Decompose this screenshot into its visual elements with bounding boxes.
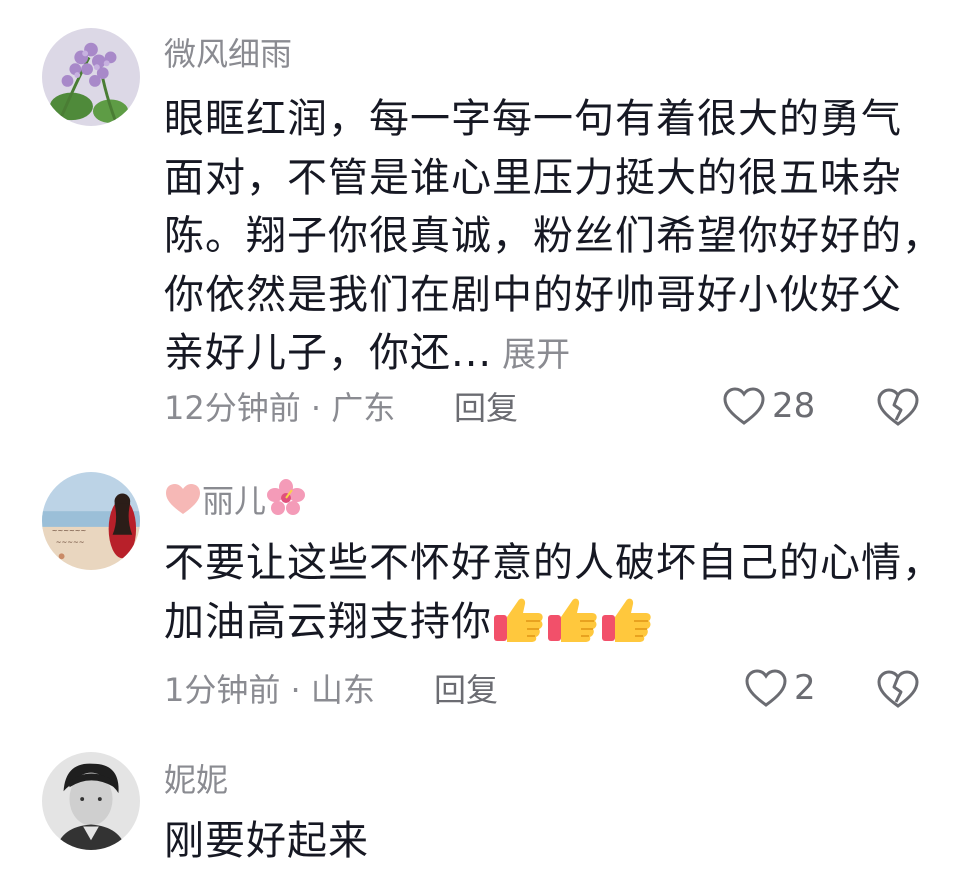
expand-button[interactable]: 展开 [502,335,570,375]
beach-girl-avatar: ~~~~~~ ~~~~~ [42,472,140,570]
comment-line: 陈。翔子你很真诚，粉丝们希望你好好的， [164,213,943,259]
comment-line: 加油高云翔支持你 [164,598,492,645]
comment-line-last: 亲好儿子，你还... 展开 [164,324,904,385]
comment-text: 眼眶红润，每一字每一句有着很大的勇气 面对，不管是谁心里压力挺大的很五味杂 陈。… [164,90,943,385]
comment-text: 不要让这些不怀好意的人破坏自己的心情， 加油高云翔支持你 [164,534,943,660]
comment-line: 不要让这些不怀好意的人破坏自己的心情， [164,540,943,586]
svg-text:~~~~~~: ~~~~~~ [52,527,87,535]
username-row[interactable]: 丽儿 [164,478,306,521]
dislike-icon[interactable] [876,668,920,710]
comment-line: 面对，不管是谁心里压力挺大的很五味杂 [164,154,902,201]
heart-outline-icon [745,669,787,707]
reply-button[interactable]: 回复 [434,670,498,710]
thumbs-up-icon [548,598,597,642]
username[interactable]: 妮妮 [164,760,228,800]
avatar[interactable]: ~~~~~~ ~~~~~ [42,472,140,570]
comment-line: 你依然是我们在剧中的好帅哥好小伙好父 [164,271,902,318]
comment-line: 眼眶红润，每一字每一句有着很大的勇气 [164,96,902,142]
comment-line: 刚要好起来 [164,818,369,864]
lavender-flowers-avatar [42,28,140,126]
thumbs-up-icon [494,598,543,642]
comment-meta: 1分钟前 · 山东 [164,671,375,709]
man-portrait-avatar [42,752,140,850]
dislike-icon[interactable] [876,386,920,428]
like-count: 2 [794,668,816,708]
like-button[interactable]: 2 [744,668,816,708]
username[interactable]: 微风细雨 [164,34,292,74]
comment-line: 亲好儿子，你还... [164,330,493,376]
pink-heart-icon [166,484,200,514]
like-count: 28 [772,386,816,426]
avatar[interactable] [42,28,140,126]
username[interactable]: 丽儿 [202,482,266,520]
comment-line-with-emoji: 加油高云翔支持你 [164,593,904,660]
comment-meta: 12分钟前 · 广东 [164,389,396,427]
reply-button[interactable]: 回复 [454,388,518,428]
like-button[interactable]: 28 [722,386,815,426]
emoji-group [492,593,654,660]
thumbs-up-icon [602,598,651,642]
avatar[interactable] [42,752,140,850]
heart-outline-icon [723,387,765,425]
comment-text: 刚要好起来 [164,812,904,871]
svg-text:~~~~~: ~~~~~ [56,539,85,547]
hibiscus-icon [267,479,306,515]
